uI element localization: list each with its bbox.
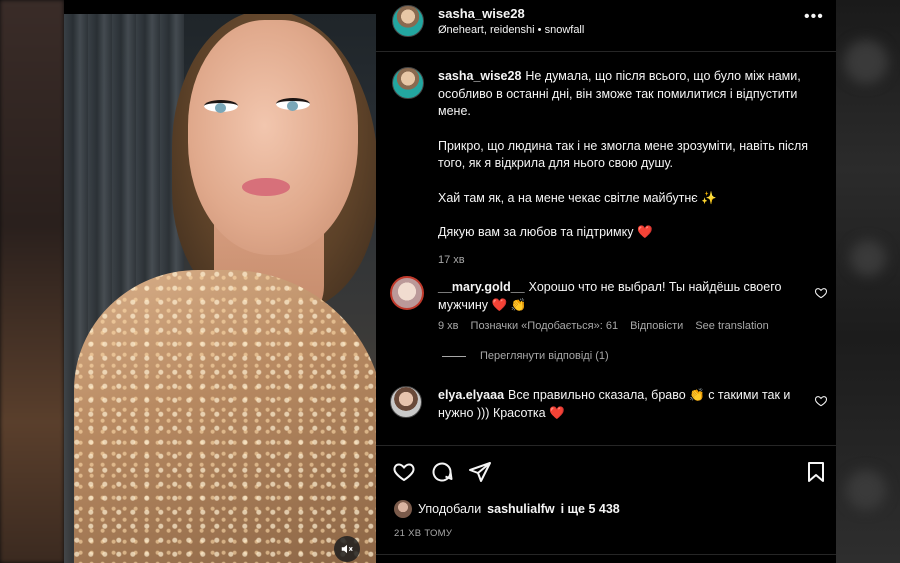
caption-paragraph-4: Дякую вам за любов та підтримку ❤️ (438, 225, 653, 239)
comment-icon[interactable] (430, 460, 454, 484)
sequin-dress (74, 270, 376, 563)
replies-divider-line (442, 355, 466, 357)
speaker-muted-icon (341, 544, 353, 554)
heart-icon[interactable] (814, 286, 828, 300)
send-icon[interactable] (468, 460, 492, 484)
blurred-background-left (0, 0, 64, 563)
post-actions: Уподобали sashulialfw і ще 5 438 21 ХВ Т… (376, 445, 836, 563)
comment-avatar[interactable] (390, 276, 424, 310)
comment-avatar[interactable] (390, 386, 422, 418)
post-media[interactable] (64, 0, 376, 563)
reply-button[interactable]: Відповісти (630, 320, 683, 332)
blurred-background-right (836, 0, 900, 563)
more-horizontal-icon[interactable]: ••• (804, 9, 824, 25)
divider (376, 554, 836, 555)
comment-meta: 9 хв Позначки «Подобається»: 61 Відповіс… (438, 320, 769, 332)
caption-paragraph-2: Прикро, що людина так і не змогла мене з… (438, 138, 809, 171)
post-details-pane: sasha_wise28 Øneheart, reidenshi • snowf… (376, 0, 836, 563)
face (188, 20, 358, 255)
author-username[interactable]: sasha_wise28 (438, 6, 525, 21)
bookmark-icon[interactable] (804, 460, 828, 484)
mute-button[interactable] (334, 536, 360, 562)
post-timestamp: 21 ХВ ТОМУ (394, 528, 453, 539)
liked-by-user[interactable]: sashulialfw (487, 502, 554, 516)
audio-track[interactable]: Øneheart, reidenshi • snowfall (438, 24, 584, 36)
heart-icon[interactable] (392, 460, 416, 484)
left-eye (204, 100, 238, 113)
caption-time: 17 хв (438, 253, 465, 266)
comment-username[interactable]: elya.elyaaa (438, 388, 504, 402)
view-replies-label[interactable]: Переглянути відповіді (1) (480, 350, 609, 362)
media-top-strip (64, 0, 376, 14)
liked-by-avatar (394, 500, 412, 518)
post-header: sasha_wise28 Øneheart, reidenshi • snowf… (376, 0, 836, 52)
caption-username[interactable]: sasha_wise28 (438, 69, 521, 83)
comment-username[interactable]: __mary.gold__ (438, 280, 525, 294)
heart-icon[interactable] (814, 394, 828, 408)
liked-by[interactable]: Уподобали sashulialfw і ще 5 438 (394, 500, 620, 518)
right-eye (276, 98, 310, 111)
lips (242, 178, 290, 196)
author-avatar[interactable] (392, 5, 424, 37)
caption-paragraph-3: Хай там як, а на мене чекає світле майбу… (438, 190, 717, 205)
liked-by-rest[interactable]: і ще 5 438 (561, 502, 620, 516)
see-translation-link[interactable]: See translation (695, 320, 768, 332)
comment-likes[interactable]: Позначки «Подобається»: 61 (471, 320, 619, 332)
liked-by-prefix: Уподобали (418, 502, 482, 516)
caption-avatar[interactable] (392, 67, 424, 99)
post-caption: sasha_wise28 Не думала, що після всього, … (438, 68, 818, 269)
view-replies[interactable]: Переглянути відповіді (1) (442, 350, 609, 362)
comment-time: 9 хв (438, 320, 459, 332)
